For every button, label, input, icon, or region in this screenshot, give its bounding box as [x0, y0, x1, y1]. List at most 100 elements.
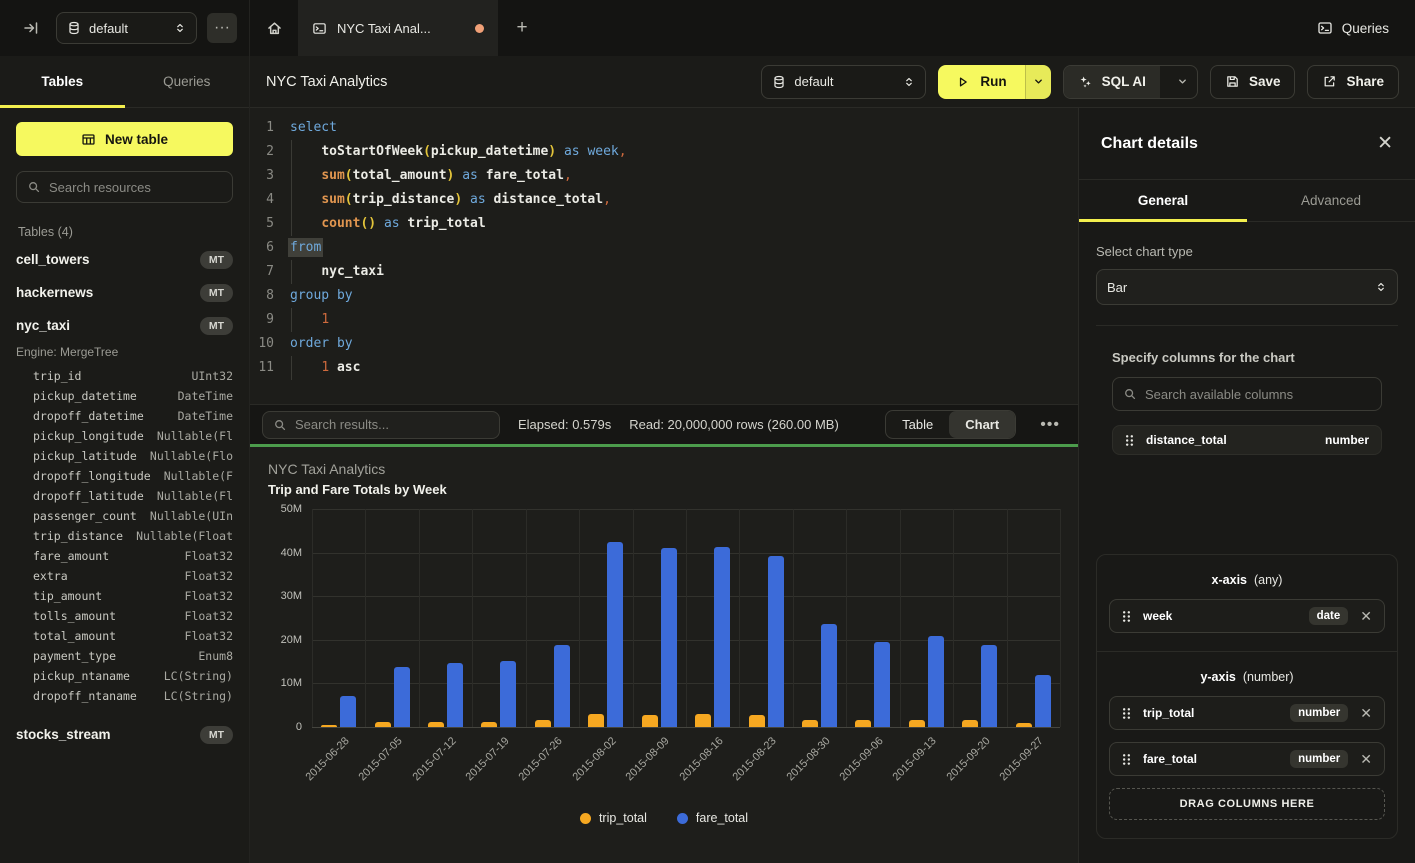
- close-panel-button[interactable]: ✕: [1377, 132, 1393, 155]
- save-button[interactable]: Save: [1210, 65, 1296, 99]
- tab-general[interactable]: General: [1079, 180, 1247, 221]
- sql-editor[interactable]: 1select2 toStartOfWeek(pickup_datetime) …: [250, 108, 1078, 404]
- bar-fare_total[interactable]: [447, 663, 463, 727]
- code-token: week: [587, 144, 618, 159]
- bar-fare_total[interactable]: [554, 645, 570, 727]
- code-token: sum: [321, 168, 344, 183]
- collapse-sidebar-icon: [23, 20, 39, 36]
- column-name: extra: [33, 569, 68, 583]
- plot-area[interactable]: [312, 509, 1060, 727]
- collapse-sidebar-button[interactable]: [16, 13, 46, 43]
- sidebar-tab-tables[interactable]: Tables: [0, 56, 125, 107]
- bar-fare_total[interactable]: [928, 636, 944, 727]
- bar-trip_total[interactable]: [642, 715, 658, 727]
- drag-handle-icon[interactable]: [1120, 609, 1133, 624]
- new-tab-button[interactable]: +: [498, 0, 546, 56]
- bar-fare_total[interactable]: [1035, 675, 1051, 727]
- results-more-button[interactable]: •••: [1034, 416, 1066, 434]
- available-column-card[interactable]: distance_totalnumber: [1112, 425, 1382, 455]
- bar-group: [1007, 509, 1060, 727]
- columns-search[interactable]: [1112, 377, 1382, 411]
- bar-trip_total[interactable]: [909, 720, 925, 727]
- table-row[interactable]: stocks_streamMT: [16, 718, 233, 751]
- share-button[interactable]: Share: [1307, 65, 1399, 99]
- new-table-button[interactable]: New table: [16, 122, 233, 156]
- drag-handle-icon[interactable]: [1120, 752, 1133, 767]
- table-row[interactable]: hackernewsMT: [16, 276, 233, 309]
- code-token: (: [423, 144, 431, 159]
- x-tick-label: 2015-08-02: [570, 735, 618, 783]
- available-column-type: number: [1325, 433, 1369, 447]
- bar-fare_total[interactable]: [981, 645, 997, 727]
- column-type: Float32: [185, 609, 233, 623]
- bar-fare_total[interactable]: [661, 548, 677, 727]
- bar-trip_total[interactable]: [802, 720, 818, 727]
- table-row[interactable]: cell_towersMT: [16, 243, 233, 276]
- tab-bar: NYC Taxi Anal... +: [250, 0, 1317, 56]
- bar-trip_total[interactable]: [588, 714, 604, 727]
- workspace-more-button[interactable]: ···: [207, 13, 237, 43]
- bar-fare_total[interactable]: [874, 642, 890, 727]
- column-row: payment_typeEnum8: [16, 646, 233, 666]
- code-token: (: [345, 192, 353, 207]
- database-selector[interactable]: default: [761, 65, 926, 99]
- columns-search-input[interactable]: [1145, 387, 1371, 402]
- legend-item[interactable]: fare_total: [677, 811, 748, 825]
- chart-type-selector[interactable]: Bar: [1096, 269, 1398, 305]
- remove-column-button[interactable]: ✕: [1358, 608, 1374, 625]
- bar-group: [419, 509, 472, 727]
- drop-zone[interactable]: DRAG COLUMNS HERE: [1109, 788, 1385, 820]
- tab-nyc-taxi-analytics[interactable]: NYC Taxi Anal...: [298, 0, 498, 56]
- bar-trip_total[interactable]: [695, 714, 711, 727]
- new-table-label: New table: [105, 132, 168, 147]
- sidebar-tab-queries[interactable]: Queries: [125, 56, 250, 107]
- search-icon: [1123, 387, 1137, 401]
- legend-item[interactable]: trip_total: [580, 811, 647, 825]
- drag-handle-icon[interactable]: [1120, 706, 1133, 721]
- y-tick-label: 10M: [281, 677, 302, 689]
- y-tick-label: 30M: [281, 590, 302, 602]
- remove-column-button[interactable]: ✕: [1358, 751, 1374, 768]
- chart-details-body: Select chart type Bar Specify columns fo…: [1079, 222, 1415, 863]
- chevron-down-icon: [1177, 76, 1188, 87]
- remove-column-button[interactable]: ✕: [1358, 705, 1374, 722]
- share-icon: [1322, 74, 1337, 89]
- code-token: nyc_taxi: [321, 264, 384, 279]
- bar-fare_total[interactable]: [340, 696, 356, 727]
- queries-button[interactable]: Queries: [1317, 20, 1389, 36]
- tab-advanced[interactable]: Advanced: [1247, 180, 1415, 221]
- workspace-selector[interactable]: default: [56, 12, 197, 44]
- x-axis-heading: x-axis (any): [1109, 573, 1385, 587]
- code-token: [486, 192, 494, 207]
- column-type: Nullable(UIn: [150, 509, 233, 523]
- bar-fare_total[interactable]: [500, 661, 516, 727]
- tab-title: NYC Taxi Anal...: [337, 21, 465, 36]
- bar-fare_total[interactable]: [768, 556, 784, 727]
- table-row[interactable]: nyc_taxiMT: [16, 309, 233, 342]
- axis-column-card[interactable]: fare_totalnumber✕: [1109, 742, 1385, 776]
- run-options-button[interactable]: [1025, 65, 1051, 99]
- sql-ai-options-button[interactable]: [1169, 66, 1197, 98]
- view-toggle-chart[interactable]: Chart: [949, 411, 1015, 438]
- drag-handle-icon[interactable]: [1123, 433, 1136, 448]
- bar-fare_total[interactable]: [607, 542, 623, 727]
- results-search-input[interactable]: [295, 417, 489, 432]
- axis-column-card[interactable]: trip_totalnumber✕: [1109, 696, 1385, 730]
- x-axis-label: x-axis: [1212, 573, 1247, 587]
- chart-legend: trip_total fare_total: [268, 811, 1060, 825]
- bar-fare_total[interactable]: [394, 667, 410, 727]
- results-search[interactable]: [262, 411, 500, 439]
- view-toggle-table[interactable]: Table: [886, 411, 949, 438]
- bar-group: [793, 509, 846, 727]
- axis-column-card[interactable]: weekdate✕: [1109, 599, 1385, 633]
- sql-ai-button[interactable]: SQL AI: [1064, 66, 1160, 98]
- bar-trip_total[interactable]: [749, 715, 765, 727]
- bar-fare_total[interactable]: [821, 624, 837, 727]
- sidebar-search[interactable]: [16, 171, 233, 203]
- sidebar-search-input[interactable]: [49, 180, 222, 195]
- bar-fare_total[interactable]: [714, 547, 730, 727]
- legend-dot-icon: [580, 813, 591, 824]
- home-button[interactable]: [250, 0, 298, 56]
- run-button[interactable]: Run: [938, 65, 1024, 99]
- bar-trip_total[interactable]: [535, 720, 551, 727]
